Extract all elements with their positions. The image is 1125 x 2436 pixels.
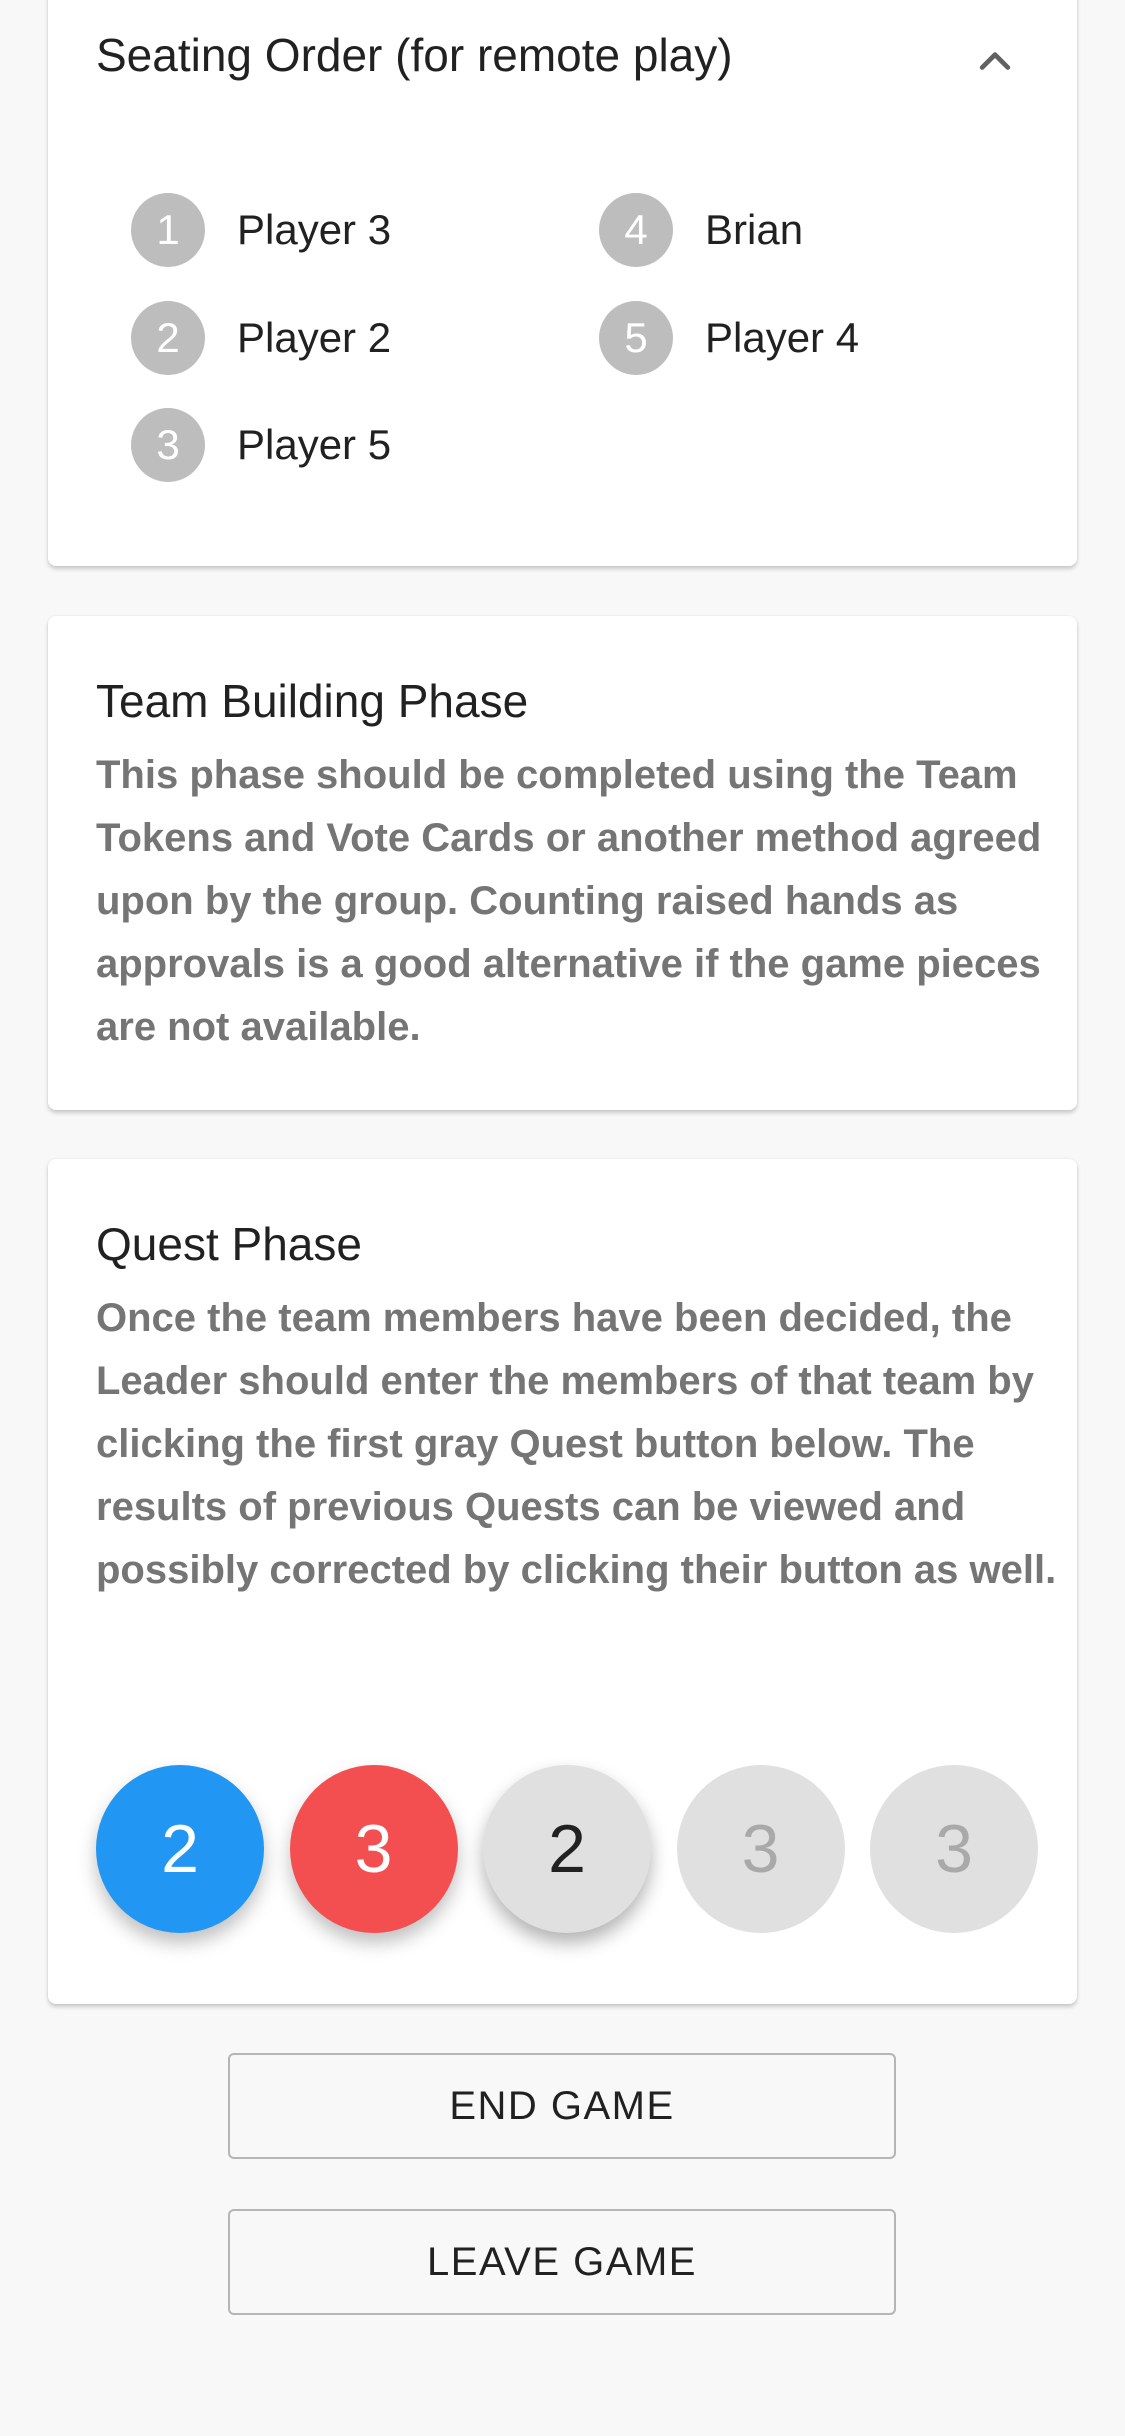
quest-buttons-row: 2 3 2 3 3 [96,1765,1038,1935]
seat-number-badge: 2 [131,301,205,375]
seat-number-badge: 4 [599,193,673,267]
seat-item: 1 Player 3 [131,193,391,267]
quest-3-button[interactable]: 2 [483,1765,651,1933]
seat-item: 3 Player 5 [131,408,391,482]
quest-phase-panel: Quest Phase Once the team members have b… [48,1159,1077,2004]
quest-5-button[interactable]: 3 [870,1765,1038,1933]
seat-number-badge: 1 [131,193,205,267]
end-game-button[interactable]: END GAME [228,2053,896,2159]
seat-item: 5 Player 4 [599,301,859,375]
seat-item: 2 Player 2 [131,301,391,375]
quest-phase-description: Once the team members have been decided,… [96,1296,1057,1592]
quest-phase-title: Quest Phase [96,1218,362,1270]
quest-4-button[interactable]: 3 [676,1765,845,1933]
seat-player-name: Player 3 [237,206,392,253]
seating-order-title[interactable]: Seating Order (for remote play) [96,28,733,82]
chevron-up-icon[interactable] [973,40,1017,84]
seat-player-name: Player 2 [237,314,392,361]
quest-2-button[interactable]: 3 [289,1765,458,1933]
team-building-description: This phase should be completed using the… [96,753,1042,1049]
seat-player-name: Player 4 [705,314,860,361]
quest-1-button[interactable]: 2 [96,1765,264,1933]
seat-item: 4 Brian [599,193,803,267]
seat-number-badge: 3 [131,408,205,482]
team-building-panel: Team Building Phase This phase should be… [48,616,1077,1110]
team-building-title: Team Building Phase [96,675,529,727]
seat-number-badge: 5 [599,301,673,375]
seat-player-name: Player 5 [237,421,392,468]
seat-player-name: Brian [705,206,804,253]
seating-order-panel: Seating Order (for remote play) 1 Player… [48,0,1077,566]
leave-game-button[interactable]: LEAVE GAME [228,2209,896,2315]
